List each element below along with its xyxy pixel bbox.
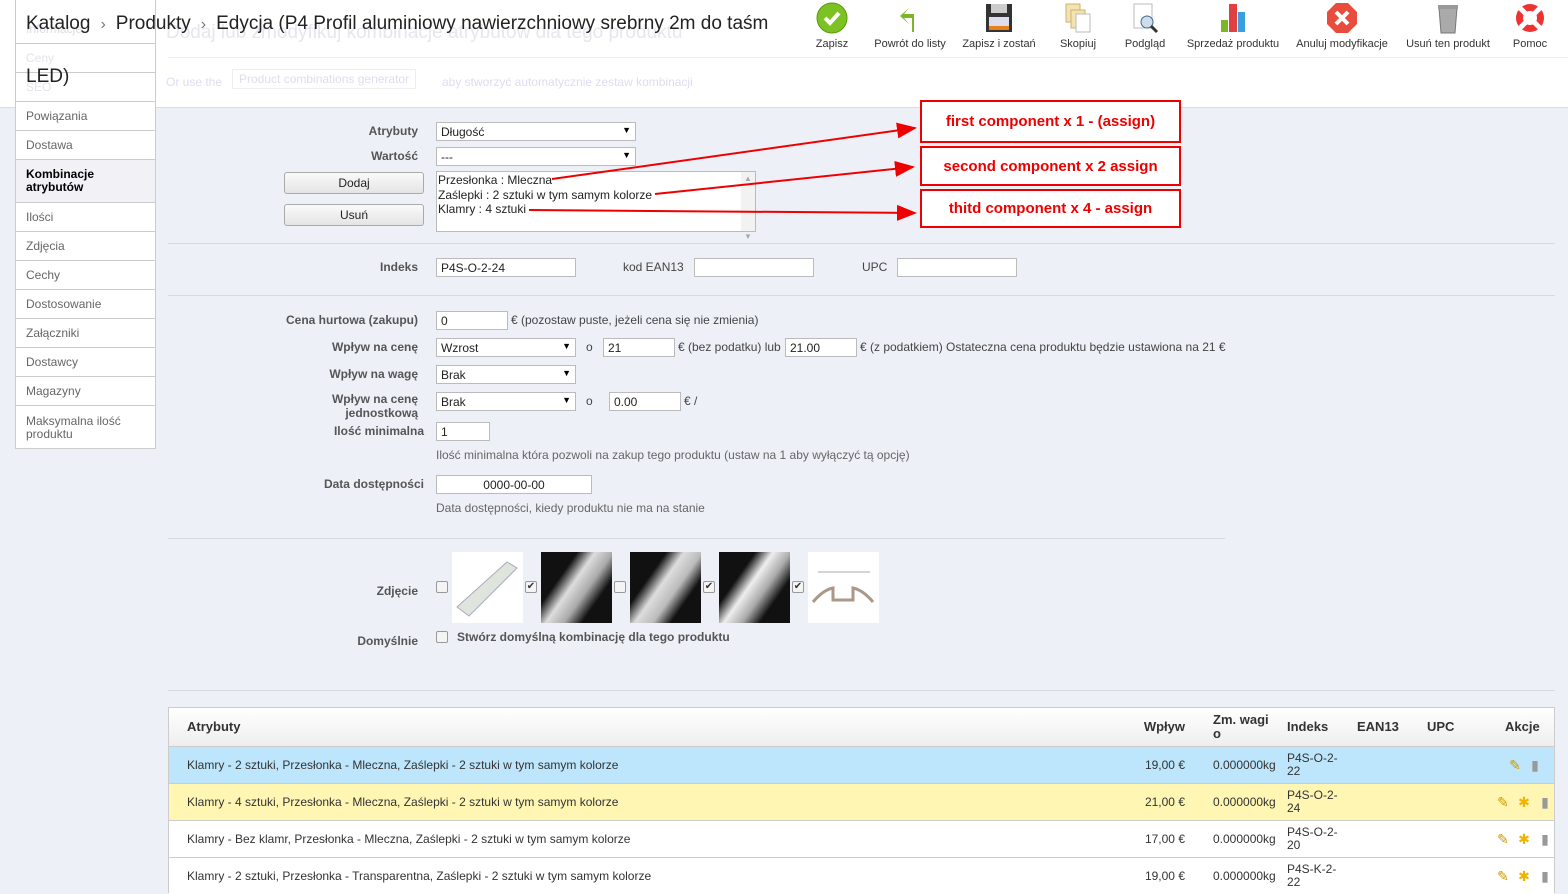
delete-icon[interactable]: ▮ [1537, 831, 1553, 847]
default-star-icon[interactable]: ✱ [1516, 794, 1532, 810]
col-weight: Zm. wagi o [1213, 712, 1269, 741]
edit-icon[interactable]: ✎ [1495, 868, 1511, 884]
cell-attributes: Klamry - 2 sztuki, Przesłonka - Mleczna,… [187, 757, 619, 772]
cell-impact: 21,00 € [1144, 794, 1185, 809]
cell-weight: 0.000000kg [1213, 831, 1276, 846]
arrow-3 [528, 204, 917, 221]
annotation-box: second component x 2 assign [920, 146, 1181, 186]
annotation-box: first component x 1 - (assign) [920, 100, 1181, 143]
delete-icon[interactable]: ▮ [1527, 757, 1543, 773]
cell-weight: 0.000000kg [1213, 794, 1276, 809]
edit-icon[interactable]: ✎ [1507, 757, 1523, 773]
default-star-icon[interactable]: ✱ [1516, 831, 1532, 847]
col-upc: UPC [1427, 719, 1455, 734]
annotation-box: thitd component x 4 - assign [920, 189, 1181, 228]
cell-weight: 0.000000kg [1213, 757, 1276, 772]
cell-attributes: Klamry - 4 sztuki, Przesłonka - Mleczna,… [187, 794, 619, 809]
delete-icon[interactable]: ▮ [1537, 794, 1553, 810]
col-index: Indeks [1287, 719, 1329, 734]
combinations-table: Atrybuty Wpływ Zm. wagi o Indeks EAN13 U… [168, 707, 1555, 894]
default-star-icon[interactable]: ✱ [1516, 868, 1532, 884]
arrow-1 [551, 122, 917, 180]
col-actions: Akcje [1505, 719, 1540, 734]
delete-icon[interactable]: ▮ [1537, 868, 1553, 884]
edit-icon[interactable]: ✎ [1495, 794, 1511, 810]
arrow-2 [654, 160, 915, 195]
cell-index: P4S-O-2-20 [1287, 825, 1338, 852]
cell-index: P4S-O-2-24 [1287, 788, 1338, 815]
cell-impact: 19,00 € [1144, 757, 1185, 772]
table-row[interactable]: Klamry - 2 sztuki, Przesłonka - Transpar… [169, 857, 1554, 894]
cell-impact: 17,00 € [1144, 831, 1185, 846]
table-row[interactable]: Klamry - 4 sztuki, Przesłonka - Mleczna,… [169, 783, 1554, 820]
col-ean: EAN13 [1357, 719, 1399, 734]
edit-icon[interactable]: ✎ [1495, 831, 1511, 847]
col-impact: Wpływ [1143, 719, 1185, 734]
cell-index: P4S-K-2-22 [1287, 862, 1337, 889]
table-row[interactable]: Klamry - 2 sztuki, Przesłonka - Mleczna,… [169, 746, 1554, 783]
cell-attributes: Klamry - Bez klamr, Przesłonka - Mleczna… [187, 831, 631, 846]
col-attributes: Atrybuty [187, 719, 241, 734]
cell-attributes: Klamry - 2 sztuki, Przesłonka - Transpar… [187, 868, 652, 883]
cell-index: P4S-O-2-22 [1287, 751, 1338, 778]
table-header: Atrybuty Wpływ Zm. wagi o Indeks EAN13 U… [169, 708, 1554, 746]
cell-weight: 0.000000kg [1213, 868, 1276, 883]
table-row[interactable]: Klamry - Bez klamr, Przesłonka - Mleczna… [169, 820, 1554, 857]
cell-impact: 19,00 € [1144, 868, 1185, 883]
